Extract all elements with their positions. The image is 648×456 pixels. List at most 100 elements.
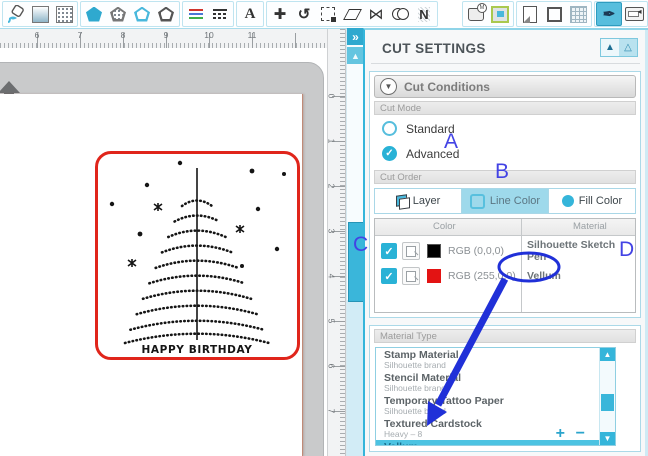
scrollbar-track[interactable]	[347, 300, 364, 456]
material-list-scrollbar[interactable]: ▲ ▼	[599, 348, 615, 445]
line-color-button[interactable]	[184, 3, 208, 25]
cut-conditions-header[interactable]: ▼ Cut Conditions	[374, 75, 636, 98]
material-item[interactable]: Temporary Tattoo Paper Silhouette brand	[376, 394, 615, 417]
color-material-table: Color Material ✓ RGB (0,0,0) Silhouette …	[374, 218, 636, 313]
pentagon-sketch-icon	[158, 7, 174, 22]
shear-button[interactable]	[340, 3, 364, 25]
cut-settings-button[interactable]: ✒	[596, 2, 622, 26]
scale-icon	[321, 7, 335, 21]
layer-icon	[396, 195, 408, 207]
chevrons-icon: »	[352, 30, 359, 44]
list-scrollbar-thumb[interactable]	[601, 394, 614, 411]
text-tool-button[interactable]: A	[238, 3, 262, 25]
remove-material-button[interactable]: −	[576, 425, 585, 443]
material-type-strip: Material Type	[374, 329, 636, 343]
move-button[interactable]: ✚	[268, 3, 292, 25]
radio-unchecked-icon	[382, 121, 397, 136]
annotation-d: D	[619, 238, 634, 262]
add-material-button[interactable]: +	[556, 425, 565, 443]
triangle-down-icon: ▼	[385, 82, 393, 91]
text-tool-icon: A	[245, 7, 256, 22]
tab-layer[interactable]: Layer	[375, 189, 461, 213]
ruler-number: 5	[326, 319, 336, 324]
material-item[interactable]: Stencil Material Silhouette brand	[376, 371, 615, 394]
column-header-material: Material	[573, 221, 607, 232]
toolbar-group-page	[516, 1, 592, 27]
fill-pour-button[interactable]	[4, 3, 28, 25]
material-item[interactable]: Stamp Material Silhouette brand	[376, 348, 615, 371]
horizontal-ruler: 6 7 8 9 10 11	[0, 29, 346, 49]
ruler-number: 8	[121, 30, 126, 40]
panel-title: CUT SETTINGS	[382, 41, 486, 56]
pixscan-icon	[491, 6, 509, 23]
page-settings-button[interactable]	[518, 3, 542, 25]
rotate-button[interactable]: ↺	[292, 3, 316, 25]
annotation-a: A	[444, 130, 458, 154]
table-row[interactable]: ✓ RGB (255,0,0) Vellum	[375, 264, 635, 288]
ruler-number: 6	[326, 364, 336, 369]
checkbox-checked[interactable]: ✓	[381, 268, 397, 284]
triangle-solid-icon: ▲	[605, 42, 615, 53]
dock-outline-button[interactable]: △	[619, 39, 637, 56]
sketch-style-button[interactable]	[154, 3, 178, 25]
weld-button[interactable]	[388, 3, 412, 25]
row-material: Vellum	[527, 270, 561, 282]
panel-expand-button[interactable]: »	[347, 28, 364, 45]
scale-button[interactable]	[316, 3, 340, 25]
stamp-button[interactable]	[464, 3, 488, 25]
toolbar-group-transform: ✚ ↺ ⋈ N	[266, 1, 438, 27]
ruler-number: 2	[326, 184, 336, 189]
radio-checked-icon: ✓	[382, 146, 397, 161]
shear-icon	[343, 9, 362, 20]
annotation-b: B	[495, 160, 509, 184]
triangle-up-icon: ▲	[604, 350, 612, 359]
fill-pattern-button[interactable]	[52, 3, 76, 25]
checkbox-checked[interactable]: ✓	[381, 243, 397, 259]
ruler-number: 10	[204, 30, 213, 40]
line-color-tool-button[interactable]	[130, 3, 154, 25]
grid-icon	[570, 6, 587, 23]
fill-color-button[interactable]	[82, 3, 106, 25]
ruler-number: 4	[326, 274, 336, 279]
ruler-number: 11	[248, 30, 257, 40]
page-settings-icon	[523, 6, 537, 23]
tab-line-color[interactable]: Line Color	[461, 189, 548, 213]
send-to-silhouette-button[interactable]	[622, 3, 646, 25]
fill-pattern2-button[interactable]	[106, 3, 130, 25]
tab-fill-color[interactable]: Fill Color	[548, 189, 635, 213]
ruler-number: 7	[326, 409, 336, 414]
fill-gradient-button[interactable]	[28, 3, 52, 25]
pause-between-button[interactable]	[402, 267, 420, 285]
scroll-up-button[interactable]: ▲	[347, 47, 364, 64]
design-canvas[interactable]: HAPPY BIRTHDAY	[0, 48, 327, 456]
line-style-icon	[213, 9, 227, 19]
pentagon-fill-icon	[86, 7, 102, 22]
engrave-n-icon: N	[418, 7, 429, 22]
grid-settings-button[interactable]	[566, 3, 590, 25]
pixscan-button[interactable]	[488, 3, 512, 25]
dock-solid-button[interactable]: ▲	[601, 39, 619, 56]
table-row[interactable]: ✓ RGB (0,0,0) Silhouette Sketch Pen	[375, 239, 635, 263]
color-swatch-black	[427, 244, 441, 258]
list-scroll-up-button[interactable]: ▲	[600, 348, 615, 361]
toolbar-group-cut: ✒	[594, 1, 648, 27]
page-glyph-icon	[406, 271, 416, 282]
weld-icon	[392, 8, 408, 20]
list-scroll-down-button[interactable]: ▼	[600, 432, 615, 445]
engrave-button[interactable]: N	[412, 3, 436, 25]
line-color-icon	[189, 9, 203, 19]
rgb-value: RGB (0,0,0)	[448, 245, 504, 257]
collapse-circle-button[interactable]: ▼	[380, 78, 397, 95]
registration-marks-icon	[547, 7, 562, 22]
ruler-number: 0	[326, 94, 336, 99]
cutter-machine-icon	[625, 7, 644, 21]
design-object[interactable]: HAPPY BIRTHDAY	[95, 151, 300, 360]
vertical-ruler: 0 1 2 3 4 5 6 7	[327, 29, 346, 456]
mirror-button[interactable]: ⋈	[364, 3, 388, 25]
page-glyph-icon	[406, 246, 416, 257]
registration-marks-button[interactable]	[542, 3, 566, 25]
app-window: A ✚ ↺ ⋈ N ✒	[0, 0, 648, 456]
pause-between-button[interactable]	[402, 242, 420, 260]
cut-settings-panel: CUT SETTINGS ▲ △ ▼ Cut Conditions Cut Mo…	[363, 28, 648, 456]
line-style-button[interactable]	[208, 3, 232, 25]
